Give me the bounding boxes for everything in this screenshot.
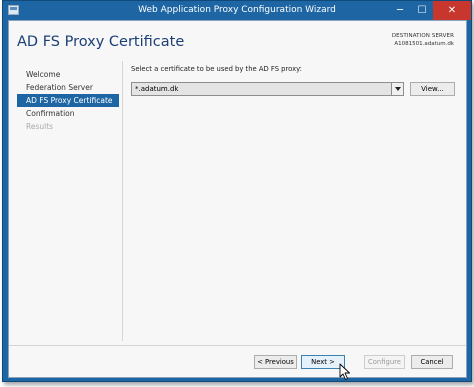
- certificate-instruction: Select a certificate to be used by the A…: [131, 65, 302, 73]
- nav-item-results: Results: [26, 122, 54, 131]
- nav-item-ad-fs-proxy-certificate[interactable]: AD FS Proxy Certificate: [17, 94, 119, 107]
- window-title: Web Application Proxy Configuration Wiza…: [138, 5, 336, 15]
- page-title: AD FS Proxy Certificate: [17, 34, 185, 50]
- footer-divider: [9, 345, 466, 346]
- minimize-button[interactable]: ─: [389, 1, 411, 20]
- nav-item-welcome[interactable]: Welcome: [17, 68, 119, 81]
- destination-server-label: DESTINATION SERVER: [391, 33, 454, 39]
- app-icon: [8, 5, 19, 15]
- maximize-button[interactable]: ☐: [411, 1, 433, 20]
- certificate-selected-value: *.adatum.dk: [135, 85, 179, 93]
- previous-button[interactable]: < Previous: [254, 355, 297, 369]
- title-bar[interactable]: Web Application Proxy Configuration Wiza…: [3, 1, 471, 20]
- wizard-footer: < Previous Next > Configure Cancel: [9, 355, 466, 369]
- nav-divider: [122, 61, 123, 341]
- nav-item-confirmation[interactable]: Confirmation: [17, 107, 119, 120]
- wizard-header: AD FS Proxy Certificate DESTINATION SERV…: [9, 21, 466, 63]
- configure-button: Configure: [364, 355, 405, 369]
- view-certificate-button[interactable]: View...: [410, 82, 455, 96]
- chevron-down-icon[interactable]: [391, 83, 403, 95]
- window-controls: ─ ☐ ✕: [389, 1, 471, 20]
- wizard-client-area: AD FS Proxy Certificate DESTINATION SERV…: [8, 20, 467, 380]
- destination-server-value: A1081501.adatum.dk: [394, 41, 454, 47]
- nav-item-federation-server[interactable]: Federation Server: [17, 81, 119, 94]
- wizard-steps-nav: Welcome Federation Server AD FS Proxy Ce…: [17, 68, 119, 133]
- close-button[interactable]: ✕: [433, 1, 471, 20]
- cancel-button[interactable]: Cancel: [411, 355, 453, 369]
- mouse-pointer-icon: [339, 363, 350, 380]
- certificate-dropdown[interactable]: *.adatum.dk: [131, 82, 404, 96]
- wizard-window: Web Application Proxy Configuration Wiza…: [2, 0, 472, 382]
